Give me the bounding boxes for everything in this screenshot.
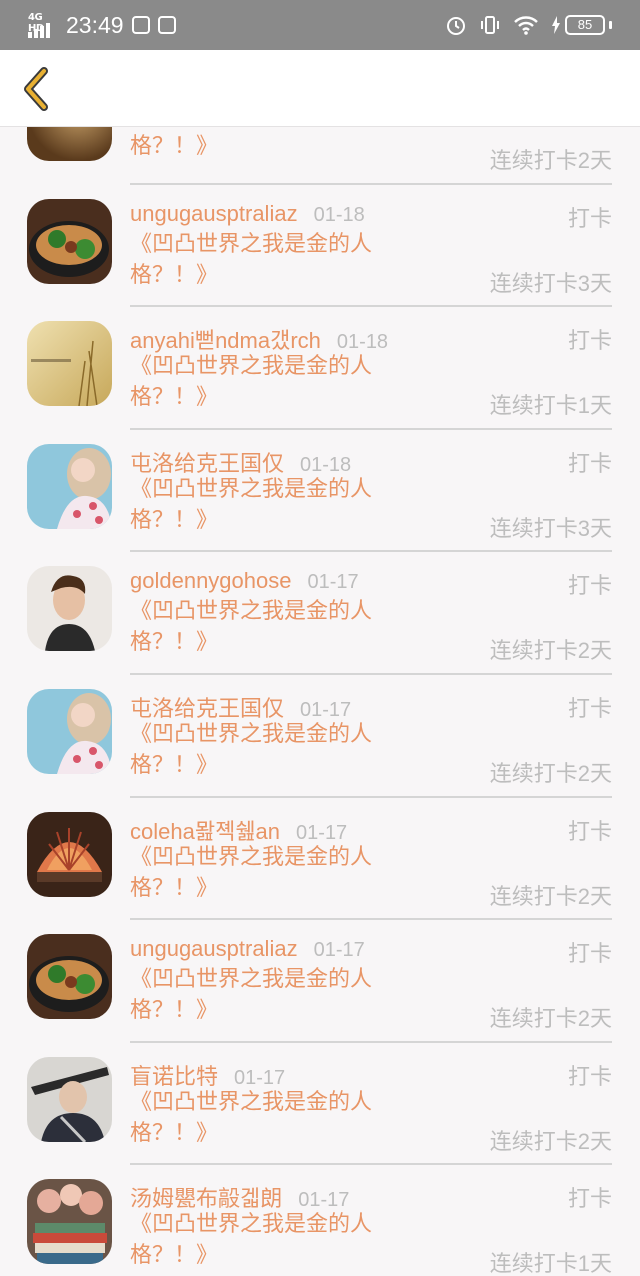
notification-icon [131, 16, 150, 34]
checkin-label: 打卡 [567, 451, 612, 477]
user-name-line: goldennygohose 01-17 [130, 568, 359, 594]
avatar[interactable] [27, 1179, 112, 1265]
wifi-icon [514, 16, 538, 35]
avatar[interactable] [27, 811, 112, 897]
streak-text: 连续打卡3天 [489, 270, 612, 296]
user-name[interactable]: coleha뫒졕쉞an [130, 819, 280, 844]
signal-icon: 4G HD [28, 10, 58, 40]
user-name[interactable]: ungugausptraliaz [130, 936, 298, 961]
user-name[interactable]: anyahi뻗ndma갰rch [130, 328, 321, 353]
status-bar: 4G HD 23:49 85 [0, 0, 640, 50]
battery-icon: 85 [551, 15, 612, 35]
vibrate-icon [481, 16, 499, 34]
book-title[interactable]: 《凹凸世界之我是金的人格？！》 [130, 842, 420, 904]
alarm-icon [447, 17, 465, 35]
chevron-left-icon [24, 67, 48, 111]
app-header [0, 50, 640, 127]
streak-text: 连续打卡2天 [489, 760, 612, 786]
user-name[interactable]: goldennygohose [130, 568, 291, 593]
list-item[interactable]: 屯洛给克王国仅 01-17 打卡 《凹凸世界之我是金的人格？！》 连续打卡2天 [0, 675, 640, 798]
avatar[interactable] [27, 1056, 112, 1142]
book-title[interactable]: 《凹凸世界之我是金的人格？！》 [130, 229, 420, 291]
book-title[interactable]: 《凹凸世界之我是金的人格？！》 [130, 1087, 420, 1149]
book-title[interactable]: 《凹凸世界之我是金的人格？！》 [130, 351, 420, 413]
list-item[interactable]: goldennygohose 01-17 打卡 《凹凸世界之我是金的人格？！》 连… [0, 552, 640, 675]
streak-text: 连续打卡2天 [489, 1128, 612, 1154]
checkin-date: 01-18 [313, 203, 365, 226]
book-title[interactable]: 《凹凸世界之我是金的人格？！》 [130, 964, 420, 1026]
charging-icon [552, 16, 560, 34]
status-right: 85 [445, 10, 612, 40]
checkin-label: 打卡 [567, 942, 612, 968]
list-item[interactable]: 屯洛给克王国仅 01-18 打卡 《凹凸世界之我是金的人格？！》 连续打卡3天 [0, 430, 640, 553]
avatar[interactable] [27, 198, 112, 284]
checkin-label: 打卡 [567, 819, 612, 845]
list-item[interactable]: 盲诺比特 01-17 打卡 《凹凸世界之我是金的人格？！》 连续打卡2天 [0, 1043, 640, 1166]
avatar[interactable] [27, 688, 112, 774]
user-name[interactable]: 屯洛给克王国仅 [130, 696, 284, 721]
streak-text: 连续打卡1天 [489, 1251, 612, 1276]
checkin-date: 01-17 [234, 1066, 286, 1089]
book-title[interactable]: 《凹凸世界之我是金的人格？！》 [130, 719, 420, 781]
book-title: 格？！》 [130, 134, 219, 159]
avatar[interactable] [27, 934, 112, 1020]
list-item[interactable]: ungugausptraliaz 01-17 打卡 《凹凸世界之我是金的人格？！》… [0, 920, 640, 1043]
avatar[interactable] [27, 566, 112, 652]
avatar[interactable] [27, 443, 112, 529]
clock: 23:49 [66, 11, 124, 38]
checkin-label: 打卡 [567, 329, 612, 355]
checkin-date: 01-18 [336, 331, 389, 354]
user-name[interactable]: ungugausptraliaz [130, 201, 298, 226]
user-name[interactable]: 汤姆甖布毃겗朗 [130, 1186, 282, 1211]
checkin-date: 01-17 [313, 939, 365, 962]
streak-text: 连续打卡3天 [489, 515, 612, 541]
back-button[interactable] [12, 64, 58, 114]
checkin-label: 打卡 [567, 574, 612, 600]
streak-text: 连续打卡1天 [489, 393, 612, 419]
list-item[interactable]: coleha뫒졕쉞an 01-17 打卡 《凹凸世界之我是金的人格？！》 连续打卡… [0, 798, 640, 921]
battery-level: 85 [565, 15, 605, 35]
book-title[interactable]: 《凹凸世界之我是金的人格？！》 [130, 474, 420, 536]
checkin-label: 打卡 [567, 696, 612, 722]
checkin-date: 01-17 [307, 571, 359, 594]
streak-text: 连续打卡2天 [489, 148, 612, 173]
user-name-line: ungugausptraliaz 01-18 [130, 201, 365, 227]
user-name-line: ungugausptraliaz 01-17 [130, 936, 365, 962]
checkin-date: 01-17 [298, 1189, 350, 1212]
checkin-label: 打卡 [567, 1187, 612, 1213]
list-item[interactable]: ungugausptraliaz 01-18 打卡 《凹凸世界之我是金的人格？！》… [0, 185, 640, 308]
list-item[interactable]: 汤姆甖布毃겗朗 01-17 打卡 《凹凸世界之我是金的人格？！》 连续打卡1天 [0, 1165, 640, 1276]
checkin-list: 格？！》 连续打卡2天 ungugausptraliaz 01-18 打卡 《凹凸… [0, 62, 640, 1276]
streak-text: 连续打卡2天 [489, 883, 612, 909]
book-title[interactable]: 《凹凸世界之我是金的人格？！》 [130, 596, 420, 658]
status-left: 4G HD 23:49 [28, 8, 176, 42]
checkin-date: 01-17 [300, 698, 352, 721]
avatar[interactable] [27, 321, 112, 407]
streak-text: 连续打卡2天 [489, 1006, 612, 1032]
checkin-date: 01-17 [296, 821, 348, 844]
book-title[interactable]: 《凹凸世界之我是金的人格？！》 [130, 1209, 420, 1271]
list-item[interactable]: anyahi뻗ndma갰rch 01-18 打卡 《凹凸世界之我是金的人格？！》 … [0, 307, 640, 430]
checkin-label: 打卡 [567, 206, 612, 232]
user-name[interactable]: 盲诺比特 [130, 1064, 218, 1089]
checkin-date: 01-18 [300, 453, 352, 476]
app-notification-icon [157, 16, 176, 34]
user-name[interactable]: 屯洛给克王国仅 [130, 451, 284, 476]
checkin-label: 打卡 [567, 1064, 612, 1090]
streak-text: 连续打卡2天 [489, 638, 612, 664]
